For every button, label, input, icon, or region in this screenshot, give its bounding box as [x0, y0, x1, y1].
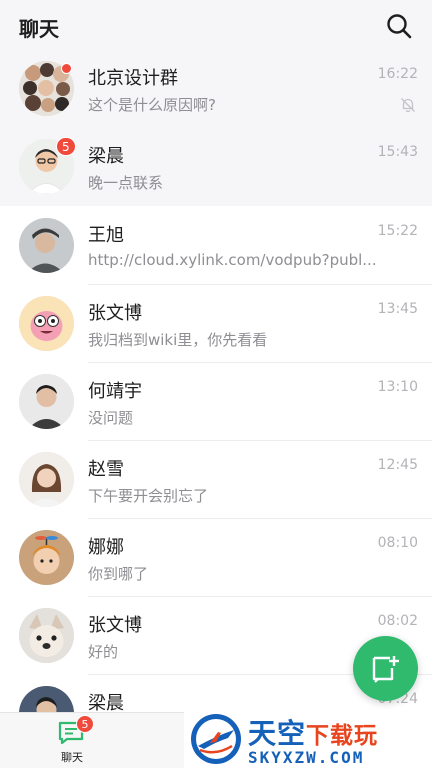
unread-dot	[61, 63, 72, 74]
page-title: 聊天	[19, 17, 59, 41]
conversation-row-beijing-design-group[interactable]: 北京设计群 这个是什么原因啊? 16:22	[0, 50, 432, 128]
conversation-row-he-jingyu[interactable]: 何靖宇 没问题 13:10	[0, 363, 432, 441]
conversation-preview: 你到哪了	[88, 565, 149, 583]
conversation-preview: 下午要开会别忘了	[88, 487, 209, 505]
conversation-time: 08:02	[377, 613, 418, 629]
conversation-row-wang-xu[interactable]: 王旭 http://cloud.xylink.com/vodpub?publ..…	[0, 207, 432, 285]
conversation-time: 13:10	[377, 379, 418, 395]
user-avatar	[19, 608, 74, 663]
conversation-preview: 没问题	[88, 409, 134, 427]
conversation-time: 15:43	[377, 144, 418, 160]
bell-muted-icon	[399, 96, 417, 114]
conversation-name: 梁晨	[88, 146, 124, 167]
conversation-preview: 我归档到wiki里，你先看看	[88, 331, 268, 349]
site-watermark: 天空下载玩 SKYXZW.COM	[184, 710, 432, 768]
conversation-row-zhao-xue[interactable]: 赵雪 下午要开会别忘了 12:45	[0, 441, 432, 519]
conversation-time: 16:22	[377, 66, 418, 82]
conversation-time: 15:22	[377, 223, 418, 239]
conversation-name: 王旭	[88, 225, 124, 246]
user-avatar	[19, 296, 74, 351]
tab-chat[interactable]: 5 聊天	[44, 713, 100, 768]
watermark-title: 天空下载玩	[248, 712, 378, 752]
search-icon[interactable]	[385, 12, 413, 40]
watermark-title-b: 下载玩	[306, 723, 379, 749]
conversation-row-liang-chen[interactable]: 5 梁晨 晚一点联系 15:43	[0, 128, 432, 206]
conversation-time: 12:45	[377, 457, 418, 473]
conversation-preview: http://cloud.xylink.com/vodpub?publ...	[88, 251, 377, 269]
conversation-name: 张文博	[88, 303, 142, 324]
airplane-logo-icon	[191, 714, 241, 764]
conversation-name: 赵雪	[88, 459, 124, 480]
conversation-preview: 这个是什么原因啊?	[88, 96, 216, 114]
conversation-name: 张文博	[88, 615, 142, 636]
chat-tab-badge: 5	[76, 715, 94, 733]
conversation-time: 13:45	[377, 301, 418, 317]
new-chat-icon	[372, 656, 399, 683]
conversation-row-nana[interactable]: 娜娜 你到哪了 08:10	[0, 519, 432, 597]
conversation-name: 北京设计群	[88, 68, 178, 89]
user-avatar	[19, 530, 74, 585]
unread-badge: 5	[56, 137, 76, 156]
user-avatar	[19, 374, 74, 429]
watermark-domain: SKYXZW.COM	[248, 748, 365, 767]
tab-chat-label: 聊天	[61, 751, 83, 764]
watermark-title-a: 天空	[248, 717, 307, 750]
app-header: 聊天	[0, 0, 432, 50]
conversation-row-zhang-wenbo[interactable]: 张文博 我归档到wiki里，你先看看 13:45	[0, 285, 432, 363]
conversation-preview: 好的	[88, 643, 119, 661]
conversation-preview: 晚一点联系	[88, 174, 164, 192]
user-avatar	[19, 218, 74, 273]
conversation-name: 何靖宇	[88, 381, 142, 402]
conversation-time: 08:10	[377, 535, 418, 551]
conversation-name: 娜娜	[88, 537, 124, 558]
new-chat-button[interactable]	[353, 636, 418, 701]
user-avatar	[19, 452, 74, 507]
